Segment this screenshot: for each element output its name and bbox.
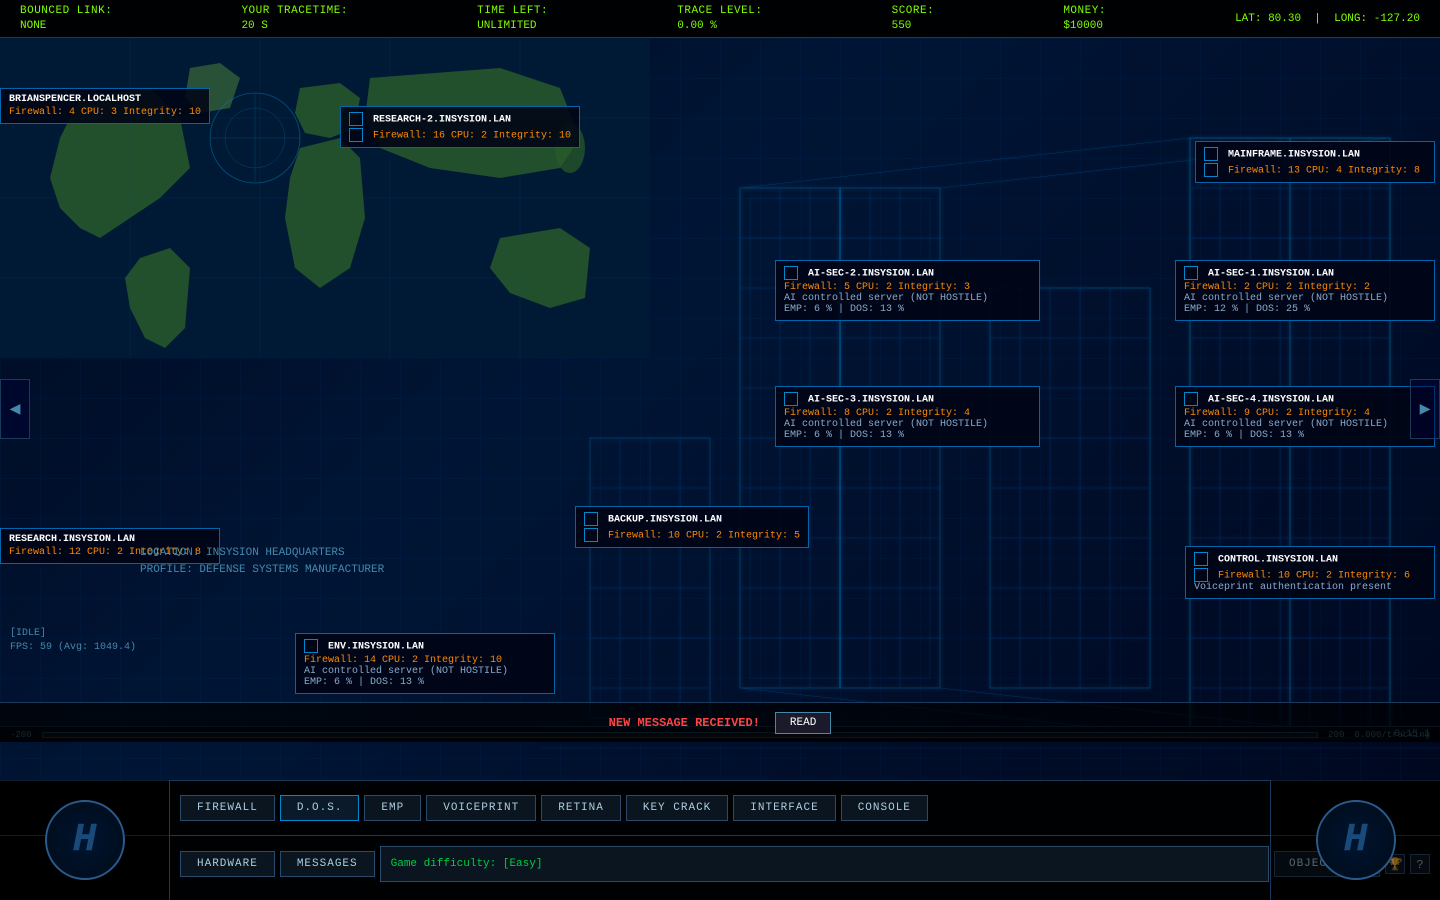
node-ai-sec4[interactable]: AI-SEC-4.INSYSION.LAN Firewall: 9 CPU: 2… <box>1175 386 1435 447</box>
world-map <box>0 38 650 358</box>
tracetime-label: Your Tracetime: <box>241 4 348 18</box>
trace-level-group: Trace Level: 0.00 % <box>677 4 762 33</box>
hacker-logo-right: H <box>1270 780 1440 900</box>
firewall-button[interactable]: FIREWALL <box>180 795 275 821</box>
coordinates: LAT: 80.30 | LONG: -127.20 <box>1235 13 1420 25</box>
location-name: Location: Insysion Headquarters <box>140 545 384 563</box>
node-backup[interactable]: BACKUP.INSYSION.LAN Firewall: 10 CPU: 2 … <box>575 506 809 548</box>
toolbar-row2: HARDWARE MESSAGES Game difficulty: [Easy… <box>0 836 1440 891</box>
emp-button[interactable]: EMP <box>364 795 421 821</box>
node-ai-sec1[interactable]: AI-SEC-1.INSYSION.LAN Firewall: 2 CPU: 2… <box>1175 260 1435 321</box>
node-ai-sec2-desc: AI controlled server (NOT HOSTILE) <box>784 293 1031 304</box>
bottom-toolbar: H H FIREWALL D.O.S. EMP VOICEPRINT RETIN… <box>0 780 1440 900</box>
logo-circle-left: H <box>45 800 125 880</box>
node-control-desc: Voiceprint authentication present <box>1194 582 1426 593</box>
node-env[interactable]: ENV.INSYSION.LAN Firewall: 14 CPU: 2 Int… <box>295 633 555 694</box>
node-brianspencer-stats: Firewall: 4 CPU: 3 Integrity: 10 <box>9 107 201 118</box>
time-left-group: Time Left: UNLIMITED <box>477 4 548 33</box>
node-mainframe[interactable]: MAINFRAME.INSYSION.LAN Firewall: 13 CPU:… <box>1195 141 1435 183</box>
tracetime-value: 20 s <box>241 19 348 33</box>
node-backup-title: BACKUP.INSYSION.LAN <box>584 512 800 526</box>
money-label: Money: <box>1063 4 1106 18</box>
time-left-label: Time Left: <box>477 4 548 18</box>
location-info: Location: Insysion Headquarters Profile:… <box>140 545 384 580</box>
node-ai-sec1-title: AI-SEC-1.INSYSION.LAN <box>1184 266 1426 280</box>
node-ai-sec2-stats: Firewall: 5 CPU: 2 Integrity: 3 <box>784 282 1031 293</box>
node-ai-sec2[interactable]: AI-SEC-2.INSYSION.LAN Firewall: 5 CPU: 2… <box>775 260 1040 321</box>
node-env-extra: EMP: 6 % | DOS: 13 % <box>304 677 546 688</box>
node-control-title: CONTROL.INSYSION.LAN <box>1194 552 1426 566</box>
node-ai-sec1-stats: Firewall: 2 CPU: 2 Integrity: 2 <box>1184 282 1426 293</box>
node-ai-sec1-desc: AI controlled server (NOT HOSTILE) <box>1184 293 1426 304</box>
trace-level-value: 0.00 % <box>677 19 762 33</box>
key-crack-button[interactable]: KEY CRACK <box>626 795 728 821</box>
money-value: $10000 <box>1063 19 1106 33</box>
bounced-link-group: Bounced Link: NONE <box>20 4 112 33</box>
tracetime-group: Your Tracetime: 20 s <box>241 4 348 33</box>
interface-button[interactable]: INTERFACE <box>733 795 835 821</box>
read-button[interactable]: READ <box>775 712 831 734</box>
dos-button[interactable]: D.O.S. <box>280 795 360 821</box>
nav-arrow-right[interactable]: ▶ <box>1410 379 1440 439</box>
score-value: 550 <box>892 19 935 33</box>
logo-circle-right: H <box>1316 800 1396 880</box>
node-control[interactable]: CONTROL.INSYSION.LAN Firewall: 10 CPU: 2… <box>1185 546 1435 599</box>
location-profile: Profile: Defense Systems manufacturer <box>140 562 384 580</box>
hacker-logo-left: H <box>0 780 170 900</box>
node-ai-sec3[interactable]: AI-SEC-3.INSYSION.LAN Firewall: 8 CPU: 2… <box>775 386 1040 447</box>
idle-status: [IDLE] <box>10 627 136 641</box>
node-ai-sec2-title: AI-SEC-2.INSYSION.LAN <box>784 266 1031 280</box>
map-svg <box>0 38 650 358</box>
node-brianspencer-title: BRIANSPENCER.LOCALHOST <box>9 94 201 105</box>
hardware-button[interactable]: HARDWARE <box>180 851 275 877</box>
new-message-text: New message received! <box>609 716 760 730</box>
top-hud: Bounced Link: NONE Your Tracetime: 20 s … <box>0 0 1440 38</box>
node-ai-sec3-stats: Firewall: 8 CPU: 2 Integrity: 4 <box>784 408 1031 419</box>
lat-value: 80.30 <box>1268 13 1301 25</box>
game-status: Game difficulty: [Easy] <box>380 846 1269 882</box>
node-brianspencer[interactable]: BRIANSPENCER.LOCALHOST Firewall: 4 CPU: … <box>0 88 210 124</box>
node-env-stats: Firewall: 14 CPU: 2 Integrity: 10 <box>304 655 546 666</box>
game-area: ◀ ▶ BRIANSPENCER.LOCALHOST Firewall: 4 C… <box>0 38 1440 780</box>
node-ai-sec4-extra: EMP: 6 % | DOS: 13 % <box>1184 430 1426 441</box>
node-env-desc: AI controlled server (NOT HOSTILE) <box>304 666 546 677</box>
node-control-stats: Firewall: 10 CPU: 2 Integrity: 6 <box>1194 568 1426 582</box>
money-group: Money: $10000 <box>1063 4 1106 33</box>
nav-arrow-left[interactable]: ◀ <box>0 379 30 439</box>
bounced-link-label: Bounced Link: <box>20 4 112 18</box>
fps-info: [IDLE] FPS: 59 (Avg: 1049.4) <box>0 622 146 660</box>
node-ai-sec1-extra: EMP: 12 % | DOS: 25 % <box>1184 304 1426 315</box>
fps-display: FPS: 59 (Avg: 1049.4) <box>10 641 136 655</box>
messages-button[interactable]: MESSAGES <box>280 851 375 877</box>
retina-button[interactable]: RETINA <box>541 795 621 821</box>
long-value: -127.20 <box>1374 13 1420 25</box>
node-ai-sec3-title: AI-SEC-3.INSYSION.LAN <box>784 392 1031 406</box>
node-env-title: ENV.INSYSION.LAN <box>304 639 546 653</box>
node-ai-sec4-title: AI-SEC-4.INSYSION.LAN <box>1184 392 1426 406</box>
trace-level-label: Trace Level: <box>677 4 762 18</box>
node-research-title: RESEARCH.INSYSION.LAN <box>9 534 211 545</box>
score-label: Score: <box>892 4 935 18</box>
bounced-link-value: NONE <box>20 19 112 33</box>
time-left-value: UNLIMITED <box>477 19 548 33</box>
node-mainframe-title: MAINFRAME.INSYSION.LAN <box>1204 147 1426 161</box>
node-backup-stats: Firewall: 10 CPU: 2 Integrity: 5 <box>584 528 800 542</box>
lat-label: LAT: <box>1235 13 1261 25</box>
node-ai-sec2-extra: EMP: 6 % | DOS: 13 % <box>784 304 1031 315</box>
console-button[interactable]: CONSOLE <box>841 795 928 821</box>
node-ai-sec3-desc: AI controlled server (NOT HOSTILE) <box>784 419 1031 430</box>
score-group: Score: 550 <box>892 4 935 33</box>
node-research2[interactable]: RESEARCH-2.INSYSION.LAN Firewall: 16 CPU… <box>340 106 580 148</box>
node-ai-sec3-extra: EMP: 6 % | DOS: 13 % <box>784 430 1031 441</box>
game-difficulty-text: Game difficulty: [Easy] <box>391 858 543 870</box>
node-ai-sec4-stats: Firewall: 9 CPU: 2 Integrity: 4 <box>1184 408 1426 419</box>
voiceprint-button[interactable]: VOICEPRINT <box>426 795 536 821</box>
node-research2-stats: Firewall: 16 CPU: 2 Integrity: 10 <box>349 128 571 142</box>
toolbar-row1: FIREWALL D.O.S. EMP VOICEPRINT RETINA KE… <box>0 781 1440 836</box>
node-ai-sec4-desc: AI controlled server (NOT HOSTILE) <box>1184 419 1426 430</box>
long-label: LONG: <box>1334 13 1367 25</box>
node-research2-title: RESEARCH-2.INSYSION.LAN <box>349 112 571 126</box>
node-mainframe-stats: Firewall: 13 CPU: 4 Integrity: 8 <box>1204 163 1426 177</box>
